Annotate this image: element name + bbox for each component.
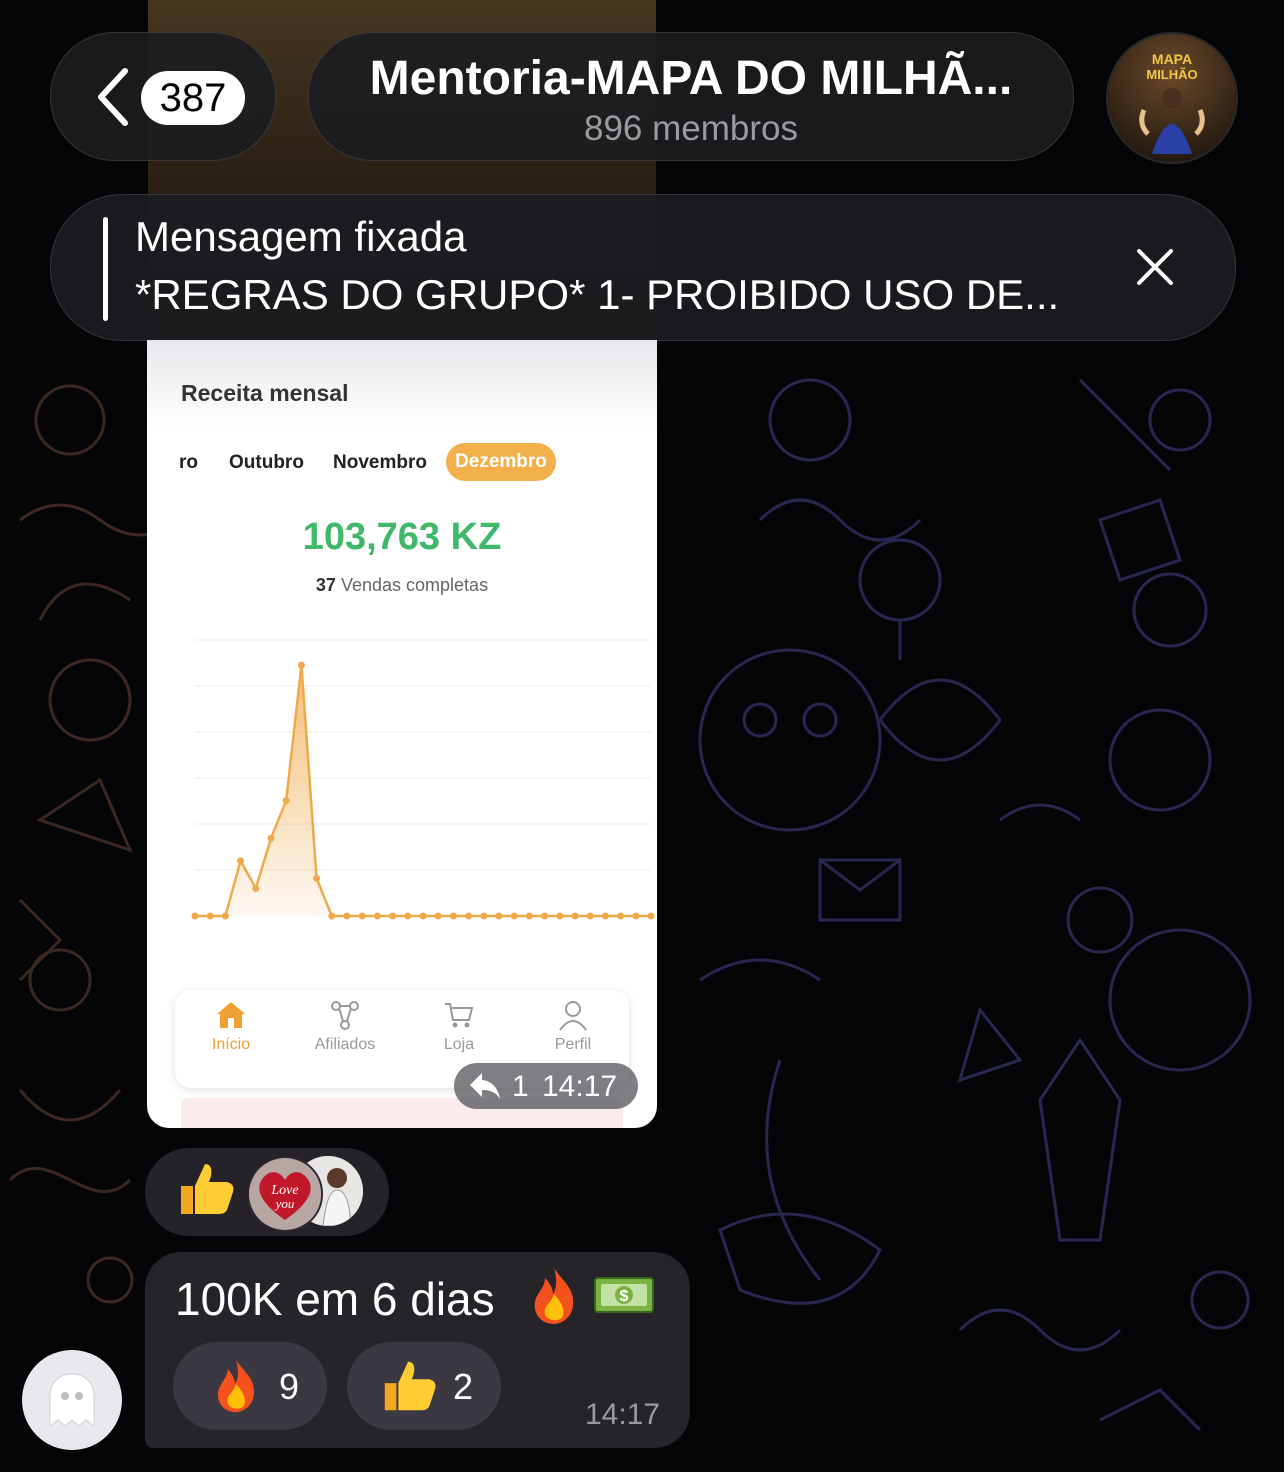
chart-point — [510, 912, 518, 920]
chart-area — [195, 665, 651, 916]
chart-point — [601, 912, 609, 920]
chart-point — [358, 912, 366, 920]
chart-point — [282, 797, 290, 805]
ghost-button[interactable] — [22, 1350, 122, 1450]
nav-item-loja: Loja — [409, 998, 509, 1054]
cart-icon — [445, 1003, 474, 1028]
chart-point — [328, 912, 336, 920]
screenshot-section-title: Receita mensal — [181, 380, 349, 406]
nav-label: Início — [211, 1036, 251, 1053]
chevron-left-icon — [98, 68, 128, 126]
reaction-fire[interactable]: 9 — [173, 1342, 327, 1430]
group-avatar-image: MAPA MILHÃO — [1108, 34, 1236, 162]
nav-label: Afiliados — [314, 1036, 376, 1053]
network-icon — [331, 1001, 359, 1030]
month-tab-active: Dezembro — [446, 443, 556, 481]
reaction-count: 2 — [453, 1366, 474, 1407]
reply-icon — [470, 1073, 500, 1099]
chart-point — [541, 912, 549, 920]
message-text: 100K em 6 dias — [175, 1273, 495, 1325]
fire-emoji-icon — [534, 1268, 574, 1324]
text-message[interactable]: 100K em 6 dias $ 9 2 14:17 — [145, 1252, 690, 1448]
chart-point — [449, 912, 457, 920]
chart-point — [495, 912, 503, 920]
chart-point — [647, 912, 655, 920]
chart-point — [419, 912, 427, 920]
nav-label: Perfil — [554, 1036, 592, 1053]
chart-point — [632, 912, 640, 920]
group-avatar[interactable]: MAPA MILHÃO — [1106, 32, 1238, 164]
chat-title: Mentoria-MAPA DO MILHÃ... — [369, 52, 1013, 105]
close-icon[interactable] — [1133, 245, 1177, 289]
member-count: 896 membros — [584, 109, 798, 148]
reaction-count: 9 — [279, 1366, 300, 1407]
revenue-chart — [191, 639, 655, 920]
love-you-avatar: Love you — [247, 1156, 323, 1232]
chart-point — [206, 912, 214, 920]
nav-item-afiliados: Afiliados — [295, 998, 395, 1054]
pinned-label: Mensagem fixada — [135, 213, 467, 260]
chart-point — [297, 661, 305, 669]
chart-point — [617, 912, 625, 920]
thumbs-up-emoji-icon — [384, 1361, 436, 1411]
nav-item-perfil: Perfil — [523, 998, 623, 1054]
nav-item-inicio: Início — [181, 998, 281, 1054]
message-time: 14:17 — [585, 1398, 661, 1431]
home-icon — [217, 1002, 245, 1028]
unread-count-badge: 387 — [141, 71, 245, 125]
chart-point — [267, 834, 275, 842]
money-emoji-icon: $ — [594, 1277, 654, 1313]
chart-point — [237, 857, 245, 865]
image-message[interactable]: Receita mensal ro Outubro Novembro Dezem… — [147, 340, 657, 1128]
chart-point — [373, 912, 381, 920]
month-tab: ro — [179, 452, 198, 473]
thumbs-up-emoji-icon — [181, 1164, 234, 1214]
chart-point — [313, 874, 321, 882]
chat-header[interactable]: Mentoria-MAPA DO MILHÃ... 896 membros — [308, 32, 1074, 161]
pinned-text: *REGRAS DO GRUPO* 1- PROIBIDO USO DE... — [135, 271, 1060, 318]
chart-point — [434, 912, 442, 920]
pinned-indicator-bar — [103, 217, 108, 321]
chart-point — [556, 912, 564, 920]
chart-point — [465, 912, 473, 920]
sales-count: 37 — [315, 575, 336, 595]
chart-point — [343, 912, 351, 920]
chart-point — [404, 912, 412, 920]
revenue-value: 103,763 KZ — [302, 516, 502, 558]
back-button[interactable]: 387 — [50, 32, 276, 161]
chart-point — [389, 912, 397, 920]
fire-emoji-icon — [217, 1359, 254, 1413]
sales-label: Vendas completas — [340, 575, 489, 595]
chart-point — [252, 884, 260, 892]
user-icon — [559, 1001, 587, 1031]
month-tab: Novembro — [333, 452, 427, 473]
month-tab: Outubro — [229, 452, 304, 473]
reply-count: 1 — [512, 1070, 529, 1103]
message-time: 14:17 — [542, 1070, 618, 1103]
chart-point — [525, 912, 533, 920]
chart-point — [571, 912, 579, 920]
ghost-icon — [49, 1373, 95, 1427]
nav-label: Loja — [443, 1036, 475, 1053]
svg-text:$: $ — [620, 1288, 629, 1305]
avatar-title-top: MAPA — [1152, 51, 1192, 67]
chart-point — [221, 912, 229, 920]
chart-point — [191, 912, 199, 920]
pinned-message-banner[interactable]: Mensagem fixada *REGRAS DO GRUPO* 1- PRO… — [50, 194, 1236, 341]
image-message-meta[interactable]: 1 14:17 — [454, 1063, 638, 1109]
reaction-pill[interactable]: Love you — [145, 1148, 389, 1236]
chart-point — [480, 912, 488, 920]
reaction-thumbs-up[interactable]: 2 — [347, 1342, 501, 1430]
chart-point — [586, 912, 594, 920]
svg-text:you: you — [274, 1196, 295, 1211]
sales-summary: 37 Vendas completas — [147, 575, 657, 596]
avatar-title-bottom: MILHÃO — [1146, 67, 1197, 82]
